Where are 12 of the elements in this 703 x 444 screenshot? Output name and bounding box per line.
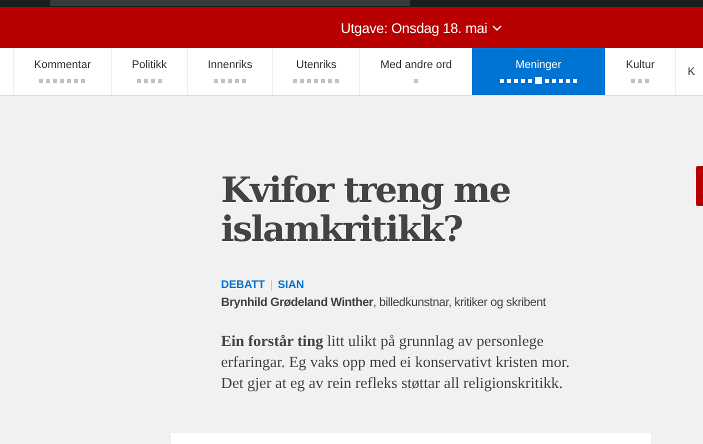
edition-select[interactable]: Utgave: Onsdag 18. mai xyxy=(340,20,502,36)
side-tab[interactable] xyxy=(696,166,703,206)
category-link[interactable]: DEBATT xyxy=(221,279,265,291)
browser-tab[interactable] xyxy=(50,0,410,6)
chevron-icon xyxy=(492,24,502,30)
section-tab[interactable]: Utenriks xyxy=(272,48,360,95)
lead-paragraph: Ein forstår ting litt ulikt på grunnlag av personlege erfaringar. Eg vaks opp med ei konservativt kristen mor. Det gjer at eg av rein refleks støttar all religionskritikk. xyxy=(221,332,571,394)
section-tab[interactable]: Innenriks xyxy=(186,48,272,95)
section-tab[interactable]: Meninger xyxy=(472,48,605,95)
article-title: Kvifor treng me islamkritikk? xyxy=(221,171,511,249)
byline: Brynhild Grødeland Winther, billedkunstnar, kritiker og skribent xyxy=(221,295,547,309)
category-link[interactable]: SIAN xyxy=(278,279,304,291)
